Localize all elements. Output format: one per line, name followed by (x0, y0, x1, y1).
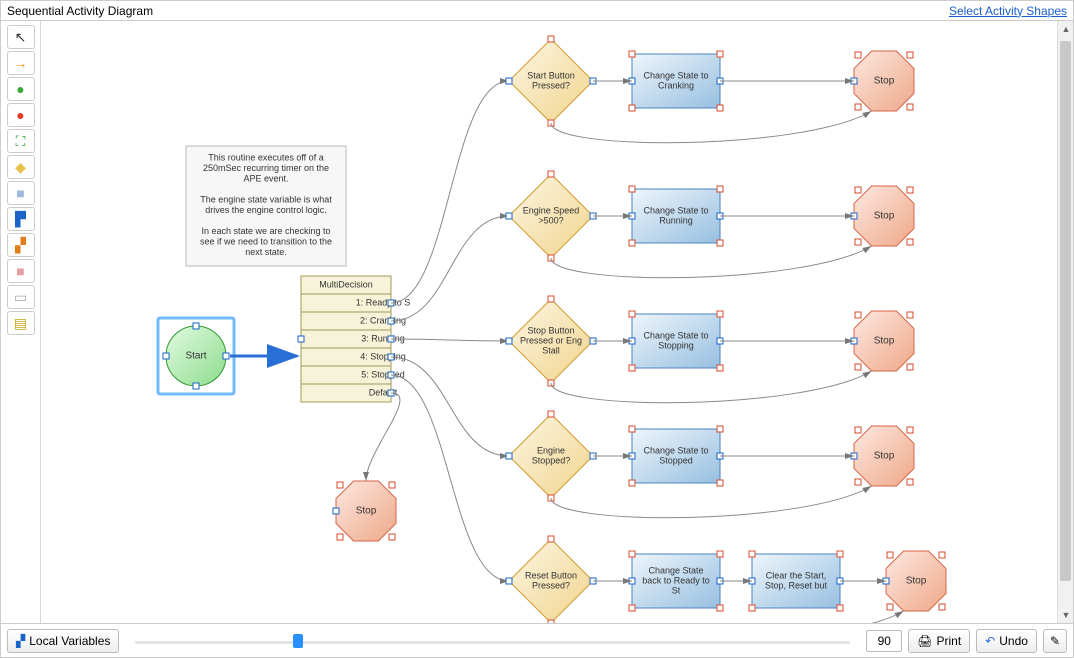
svg-text:Stop: Stop (906, 576, 927, 587)
brush-icon: ✎ (1050, 634, 1060, 648)
svg-text:St: St (672, 585, 681, 595)
svg-text:Stop: Stop (874, 76, 895, 87)
tool-diamond[interactable]: ◆ (7, 155, 35, 179)
scroll-down-icon[interactable]: ▼ (1058, 607, 1074, 623)
tool-flag[interactable]: ▛ (7, 207, 35, 231)
zoom-slider-thumb[interactable] (293, 634, 303, 648)
svg-text:Stop Button: Stop Button (527, 325, 574, 335)
svg-text:Stall: Stall (542, 345, 560, 355)
print-button[interactable]: 🖨 Print (908, 629, 970, 653)
zoom-slider[interactable] (135, 632, 850, 650)
svg-text:MultiDecision: MultiDecision (319, 279, 373, 289)
svg-text:Engine: Engine (537, 445, 565, 455)
tool-square[interactable]: ■ (7, 181, 35, 205)
svg-text:Pressed?: Pressed? (532, 580, 570, 590)
svg-text:see if we need to transition t: see if we need to transition to the (200, 236, 332, 246)
svg-text:Stop: Stop (874, 451, 895, 462)
svg-text:In each state we are checking: In each state we are checking to (201, 226, 330, 236)
page-title: Sequential Activity Diagram (7, 4, 153, 18)
svg-text:Engine Speed: Engine Speed (523, 205, 580, 215)
tool-table[interactable]: ▤ (7, 311, 35, 335)
shape-toolbar: ↖ → ● ● ⛶ ◆ ■ ▛ ▞ ■ ▭ ▤ (1, 21, 41, 623)
tool-red-circle[interactable]: ● (7, 103, 35, 127)
tool-pointer[interactable]: ↖ (7, 25, 35, 49)
variables-icon: ▞ (16, 634, 25, 648)
tool-expand[interactable]: ⛶ (7, 129, 35, 153)
svg-text:drives the engine control logi: drives the engine control logic. (205, 205, 327, 215)
scroll-up-icon[interactable]: ▲ (1058, 21, 1074, 37)
svg-text:Reset Button: Reset Button (525, 570, 577, 580)
box-icon: ■ (16, 263, 24, 279)
local-variables-label: Local Variables (29, 634, 110, 648)
brush-button[interactable]: ✎ (1043, 629, 1067, 653)
tool-green-circle[interactable]: ● (7, 77, 35, 101)
table-icon: ▤ (14, 315, 27, 332)
svg-text:back to Ready to: back to Ready to (642, 575, 710, 585)
scroll-thumb[interactable] (1060, 41, 1071, 581)
svg-text:3: Running: 3: Running (361, 333, 405, 343)
svg-text:Pressed or Eng: Pressed or Eng (520, 335, 582, 345)
svg-text:Stopping: Stopping (658, 340, 694, 350)
svg-text:Clear the Start,: Clear the Start, (766, 570, 827, 580)
svg-text:Start: Start (185, 351, 206, 362)
red-circle-icon: ● (16, 107, 24, 123)
diamond-icon: ◆ (15, 159, 26, 176)
tool-stack[interactable]: ▞ (7, 233, 35, 257)
green-circle-icon: ● (16, 81, 24, 97)
pointer-icon: ↖ (15, 29, 27, 46)
expand-icon: ⛶ (16, 133, 26, 150)
svg-text:1: Ready to S: 1: Ready to S (356, 297, 411, 307)
print-label: Print (937, 634, 962, 648)
zoom-input[interactable] (866, 630, 902, 652)
tool-doc[interactable]: ▭ (7, 285, 35, 309)
undo-button[interactable]: ↶ Undo (976, 629, 1037, 653)
svg-text:Start Button: Start Button (527, 70, 575, 80)
svg-text:This routine executes off of a: This routine executes off of a (208, 152, 323, 162)
svg-text:Stopped?: Stopped? (532, 455, 571, 465)
svg-text:Change State to: Change State to (643, 70, 708, 80)
svg-text:Pressed?: Pressed? (532, 80, 570, 90)
flag-icon: ▛ (15, 211, 26, 228)
arrow-icon: → (14, 55, 28, 71)
svg-text:>500?: >500? (538, 215, 563, 225)
select-shapes-link[interactable]: Select Activity Shapes (949, 4, 1067, 18)
svg-text:Running: Running (659, 215, 693, 225)
print-icon: 🖨 (917, 634, 932, 648)
svg-text:Change State to: Change State to (643, 205, 708, 215)
undo-icon: ↶ (985, 634, 995, 648)
svg-text:250mSec recurring timer on the: 250mSec recurring timer on the (203, 163, 329, 173)
vertical-scrollbar[interactable]: ▲ ▼ (1057, 21, 1073, 623)
diagram-canvas[interactable]: This routine executes off of a250mSec re… (41, 21, 1073, 623)
tool-box[interactable]: ■ (7, 259, 35, 283)
svg-text:Change State to: Change State to (643, 445, 708, 455)
tool-arrow[interactable]: → (7, 51, 35, 75)
activity-diagram-svg[interactable]: This routine executes off of a250mSec re… (41, 21, 1059, 623)
stack-icon: ▞ (15, 237, 26, 254)
svg-text:Change State to: Change State to (643, 330, 708, 340)
svg-text:Stop: Stop (874, 336, 895, 347)
svg-text:5: Stopped: 5: Stopped (361, 369, 405, 379)
svg-text:The engine state variable is w: The engine state variable is what (200, 194, 332, 204)
svg-text:APE event.: APE event. (243, 173, 288, 183)
doc-icon: ▭ (14, 289, 27, 306)
svg-text:Cranking: Cranking (658, 80, 694, 90)
svg-text:Change State: Change State (648, 565, 703, 575)
svg-text:Stop: Stop (874, 211, 895, 222)
svg-text:4: Stopping: 4: Stopping (360, 351, 406, 361)
svg-text:next state.: next state. (245, 247, 287, 257)
local-variables-button[interactable]: ▞ Local Variables (7, 629, 119, 653)
undo-label: Undo (999, 634, 1028, 648)
svg-text:Stop, Reset but: Stop, Reset but (765, 580, 828, 590)
svg-text:Stopped: Stopped (659, 455, 693, 465)
svg-text:Stop: Stop (356, 506, 377, 517)
square-icon: ■ (16, 185, 24, 201)
